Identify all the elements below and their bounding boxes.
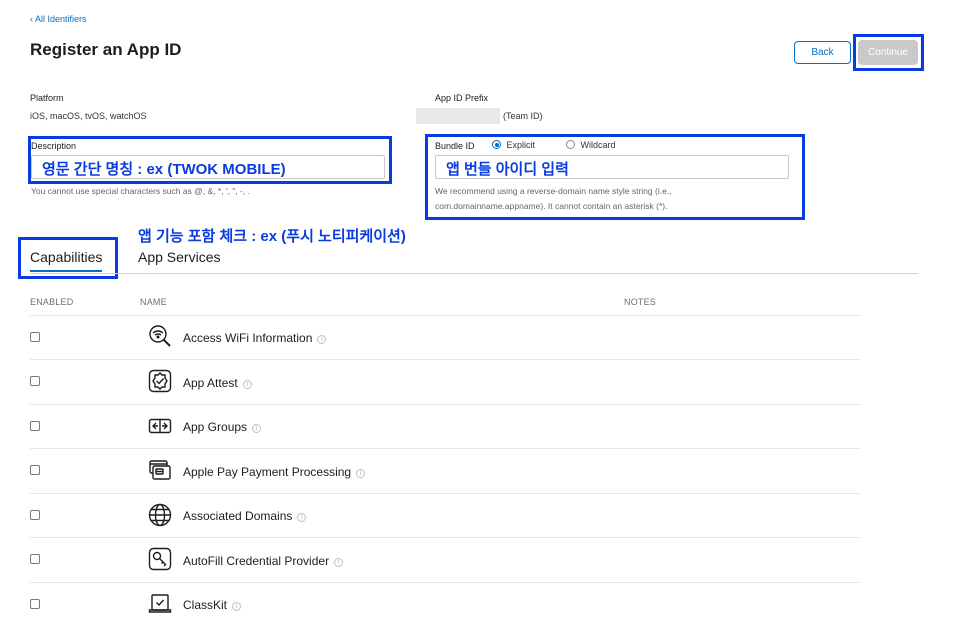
back-button[interactable]: Back (794, 41, 851, 64)
row-divider (30, 404, 860, 405)
description-annotation: 영문 간단 명칭 : ex (TWOK MOBILE) (42, 161, 286, 178)
team-id-redacted (416, 108, 500, 124)
radio-explicit-indicator[interactable] (492, 140, 501, 149)
row-divider (30, 537, 860, 538)
app-id-prefix-label: App ID Prefix (435, 93, 489, 103)
app-groups-icon (148, 418, 172, 434)
column-notes: NOTES (624, 297, 657, 307)
column-enabled: ENABLED (30, 297, 74, 307)
continue-highlight-box (853, 34, 924, 71)
enable-checkbox[interactable] (30, 510, 40, 520)
description-label: Description (31, 141, 77, 151)
page-title: Register an App ID (30, 40, 182, 59)
radio-wildcard-indicator[interactable] (566, 140, 575, 149)
info-icon[interactable]: i (356, 469, 366, 478)
tab-capabilities[interactable]: Capabilities (30, 249, 102, 265)
capability-name: App Attest i (183, 376, 252, 390)
row-divider (30, 493, 860, 494)
info-icon[interactable]: i (252, 424, 262, 433)
capability-name: Access WiFi Information i (183, 331, 327, 345)
capability-name: AutoFill Credential Provider i (183, 554, 344, 568)
info-icon[interactable]: i (317, 335, 327, 344)
breadcrumb-all-identifiers[interactable]: ‹ All Identifiers (30, 14, 87, 24)
platform-value: iOS, macOS, tvOS, watchOS (30, 111, 147, 121)
tabs-divider (30, 273, 918, 274)
payment-cards-icon (149, 460, 171, 480)
capabilities-annotation: 앱 기능 포함 체크 : ex (푸시 노티피케이션) (138, 228, 406, 245)
info-icon[interactable]: i (334, 558, 344, 567)
radio-explicit-label: Explicit (506, 140, 536, 150)
row-divider (30, 448, 860, 449)
bundle-id-help-1: We recommend using a reverse-domain name… (435, 186, 672, 196)
radio-wildcard-label: Wildcard (580, 140, 616, 150)
bundle-id-annotation: 앱 번들 아이디 입력 (446, 161, 569, 178)
active-tab-underline (30, 270, 102, 272)
capability-label: Apple Pay Payment Processing (183, 465, 352, 479)
enable-checkbox[interactable] (30, 465, 40, 475)
tab-app-services[interactable]: App Services (138, 249, 220, 265)
info-icon[interactable]: i (232, 602, 242, 611)
capability-name: App Groups i (183, 420, 262, 434)
enable-checkbox[interactable] (30, 376, 40, 386)
globe-icon (148, 503, 172, 527)
capability-label: App Groups (183, 420, 248, 434)
capability-label: Associated Domains (183, 509, 293, 523)
info-icon[interactable]: i (297, 513, 307, 522)
capability-label: Access WiFi Information (183, 331, 313, 345)
bundle-id-help-2: com.domainname.appname). It cannot conta… (435, 201, 668, 211)
row-divider (30, 359, 860, 360)
row-divider (30, 582, 860, 583)
app-id-prefix-value: (Team ID) (503, 111, 543, 121)
capability-name: Associated Domains i (183, 509, 307, 523)
wifi-search-icon (149, 325, 171, 347)
enable-checkbox[interactable] (30, 554, 40, 564)
classkit-icon (148, 594, 172, 613)
capability-label: AutoFill Credential Provider (183, 554, 330, 568)
radio-wildcard[interactable]: Wildcard (566, 140, 616, 150)
capability-label: App Attest (183, 376, 238, 390)
enable-checkbox[interactable] (30, 599, 40, 609)
key-icon (148, 547, 172, 571)
capability-name: ClassKit i (183, 598, 242, 612)
column-name: NAME (140, 297, 167, 307)
header-divider (30, 315, 860, 316)
enable-checkbox[interactable] (30, 332, 40, 342)
enable-checkbox[interactable] (30, 421, 40, 431)
platform-label: Platform (30, 93, 64, 103)
description-help: You cannot use special characters such a… (31, 186, 250, 196)
bundle-id-label: Bundle ID (435, 141, 475, 151)
badge-check-icon (148, 369, 172, 393)
capability-name: Apple Pay Payment Processing i (183, 465, 366, 479)
capability-label: ClassKit (183, 598, 228, 612)
info-icon[interactable]: i (242, 380, 252, 389)
radio-explicit[interactable]: Explicit (492, 140, 535, 150)
